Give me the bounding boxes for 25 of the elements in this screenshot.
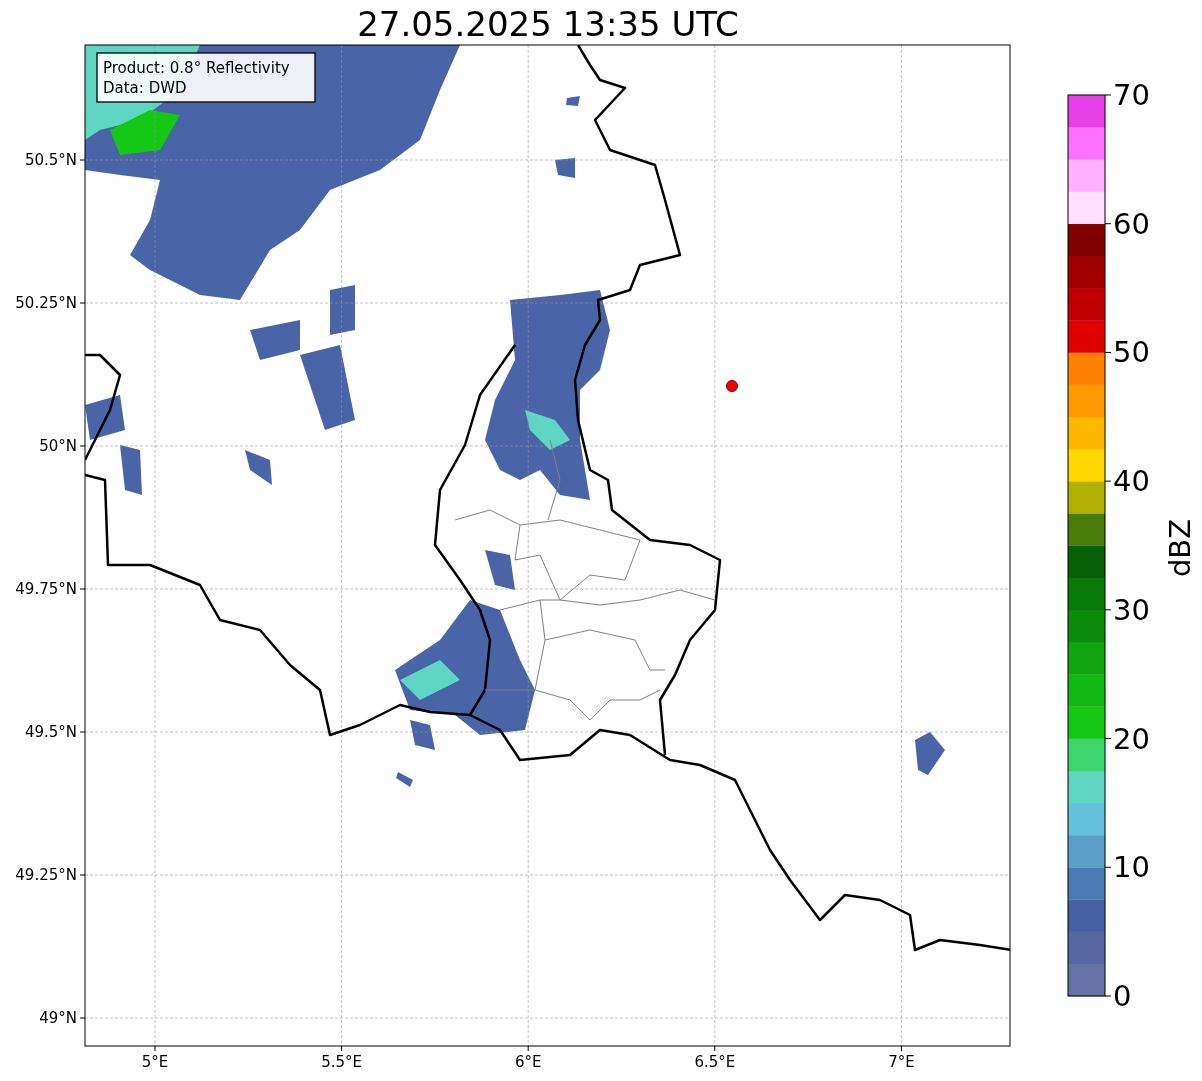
info-text: Data: DWD xyxy=(103,79,187,97)
latitude-label: 50.5°N xyxy=(24,151,77,169)
latitude-label: 50°N xyxy=(39,437,77,455)
colorbar-tick-label: 0 xyxy=(1113,979,1132,1013)
longitude-label: 5°E xyxy=(141,1053,169,1071)
latitude-label: 50.25°N xyxy=(15,294,77,312)
info-text: Product: 0.8° Reflectivity xyxy=(103,59,290,77)
colorbar-tick-label: 50 xyxy=(1113,335,1150,370)
latitude-label: 49.5°N xyxy=(24,723,77,741)
colorbar-tick-label: 20 xyxy=(1113,721,1150,756)
colorbar-label: dBZ xyxy=(1163,518,1197,578)
colorbar-tick-label: 40 xyxy=(1113,464,1150,499)
latitude-label: 49.25°N xyxy=(15,866,77,884)
colorbar-tick-label: 30 xyxy=(1113,592,1150,627)
latitude-label: 49°N xyxy=(39,1009,77,1027)
colorbar-tick-label: 70 xyxy=(1113,78,1150,112)
longitude-label: 6.5°E xyxy=(694,1053,736,1071)
latitude-label: 49.75°N xyxy=(15,580,77,598)
longitude-label: 5.5°E xyxy=(321,1053,362,1071)
colorbar-tick-label: 60 xyxy=(1113,206,1150,241)
longitude-label: 6°E xyxy=(514,1053,542,1071)
longitude-label: 7°E xyxy=(888,1053,915,1071)
station-marker xyxy=(726,380,738,392)
colorbar-tick-label: 10 xyxy=(1113,850,1150,885)
figure-title: 27.05.2025 13:35 UTC xyxy=(357,4,739,44)
